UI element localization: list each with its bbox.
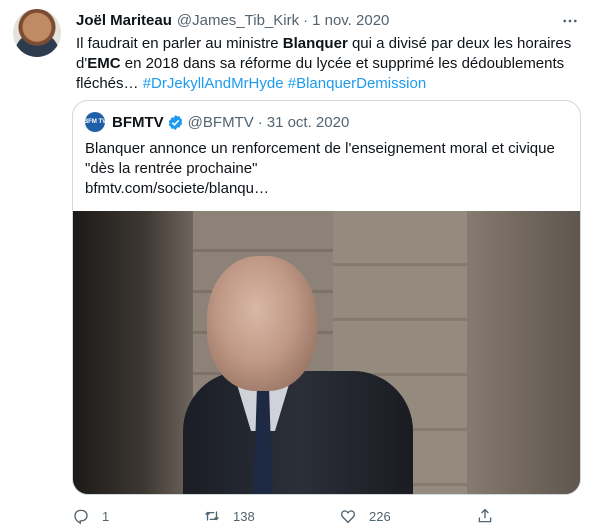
like-button[interactable]: 226 — [339, 504, 391, 528]
tweet[interactable]: Joël Mariteau @James_Tib_Kirk · 1 nov. 2… — [0, 0, 593, 532]
tweet-text: Il faudrait en parler au ministre Blanqu… — [76, 34, 581, 94]
retweet-count: 138 — [233, 508, 255, 524]
quote-link[interactable]: bfmtv.com/societe/blanqu… — [85, 180, 269, 197]
quote-author-name[interactable]: BFMTV — [112, 114, 164, 131]
image-person-suit — [183, 371, 413, 494]
tweet-text-bold: EMC — [87, 55, 121, 72]
separator-dot: · — [257, 113, 263, 131]
image-person-head — [207, 256, 317, 391]
tweet-header: Joël Mariteau @James_Tib_Kirk · 1 nov. 2… — [76, 10, 389, 30]
author-handle[interactable]: @James_Tib_Kirk — [177, 12, 299, 29]
bfmtv-logo: BFM TV — [84, 112, 106, 132]
like-count: 226 — [369, 508, 391, 524]
image-pillar-left — [73, 211, 193, 494]
reply-count: 1 — [102, 508, 110, 524]
quote-body: Blanquer annonce un renforcement de l'en… — [85, 140, 555, 177]
action-bar: 1 138 226 — [72, 504, 512, 528]
retweet-button[interactable]: 138 — [203, 504, 255, 528]
separator-dot: · — [303, 11, 309, 29]
quote-date[interactable]: 31 oct. 2020 — [267, 114, 350, 131]
retweet-icon — [205, 511, 219, 521]
like-icon — [340, 510, 356, 524]
quote-header: BFM TV BFMTV @BFMTV · 31 oct. 2020 — [84, 111, 350, 133]
more-icon[interactable] — [561, 12, 579, 30]
reply-button[interactable]: 1 — [72, 504, 109, 528]
image-pillar-right — [467, 211, 580, 494]
quote-author-handle[interactable]: @BFMTV — [188, 114, 254, 131]
quote-image[interactable] — [73, 211, 580, 494]
hashtag-link[interactable]: #BlanquerDemission — [288, 75, 426, 92]
tweet-text-part: Il faudrait en parler au ministre — [76, 35, 283, 52]
avatar[interactable] — [13, 9, 61, 57]
hashtag-link[interactable]: #DrJekyllAndMrHyde — [143, 75, 284, 92]
share-button[interactable] — [476, 504, 494, 528]
reply-icon — [74, 509, 88, 525]
quote-text: Blanquer annonce un renforcement de l'en… — [85, 139, 570, 199]
author-name[interactable]: Joël Mariteau — [76, 12, 172, 29]
share-icon — [478, 508, 492, 523]
quoted-tweet-card[interactable]: BFM TV BFMTV @BFMTV · 31 oct. 2020 Blanq… — [72, 100, 581, 495]
tweet-text-bold: Blanquer — [282, 35, 348, 52]
verified-icon — [168, 114, 182, 130]
tweet-date[interactable]: 1 nov. 2020 — [312, 12, 389, 29]
